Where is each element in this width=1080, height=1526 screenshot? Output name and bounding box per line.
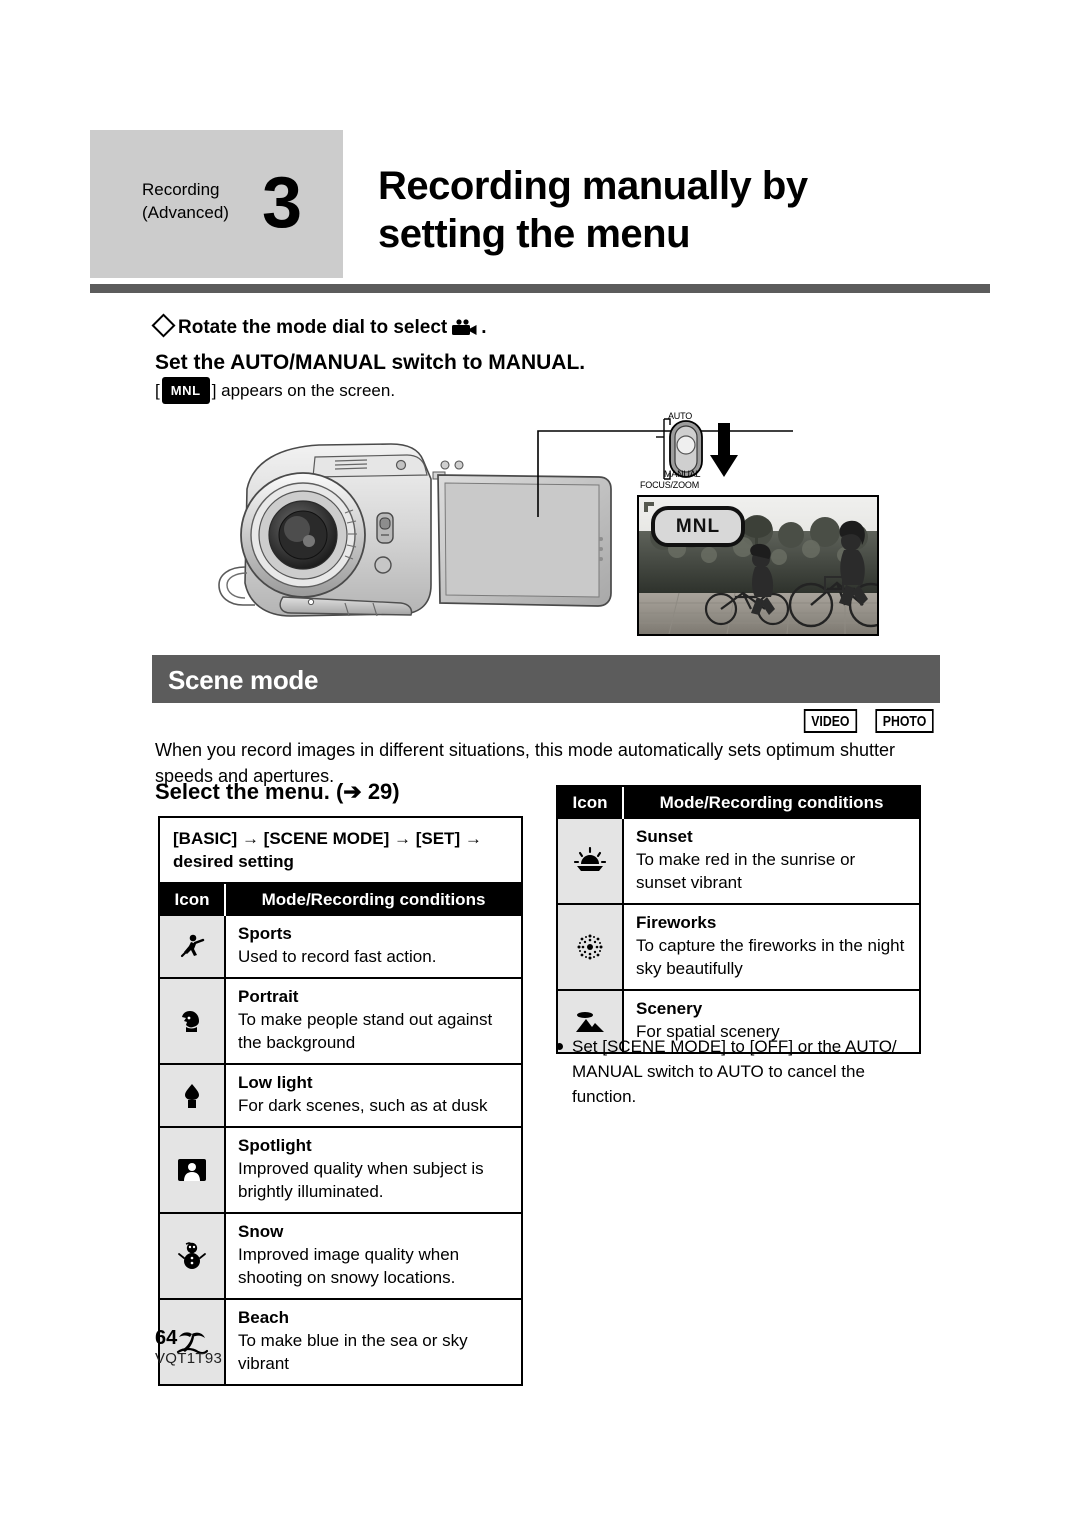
table-header-row: Icon Mode/Recording conditions <box>558 787 919 819</box>
table-row: Low light For dark scenes, such as at du… <box>160 1063 521 1127</box>
mode-cell: Fireworks To capture the fireworks in th… <box>623 903 919 990</box>
mode-description: Used to record fast action. <box>238 947 437 966</box>
mode-name: Spotlight <box>238 1136 312 1155</box>
table-row: Sports Used to record fast action. <box>160 916 521 978</box>
mode-description: To make people stand out against the bac… <box>238 1010 493 1052</box>
mode-description: To make red in the sunrise or sunset vib… <box>636 850 856 892</box>
mnl-chip-badge: MNL <box>161 377 210 404</box>
mode-name: Low light <box>238 1073 313 1092</box>
lcd-mnl-indicator: MNL <box>651 506 745 547</box>
note-text: Set [SCENE MODE] to [OFF] or the AUTO/ M… <box>572 1037 897 1106</box>
badge-video: VIDEO <box>803 709 857 733</box>
spotlight-icon <box>178 1159 206 1181</box>
table-header-icon: Icon <box>558 787 623 819</box>
icon-cell <box>160 916 226 978</box>
portrait-icon <box>182 1011 199 1032</box>
mnl-note-prefix: [ <box>155 381 160 400</box>
header-divider-rule <box>90 284 990 293</box>
chapter-kicker-line2: (Advanced) <box>142 203 229 222</box>
table-header-row: Icon Mode/Recording conditions <box>160 884 521 916</box>
table-header-icon: Icon <box>160 884 225 916</box>
page-title-line2: setting the menu <box>378 212 691 256</box>
mode-description: To make blue in the sea or sky vibrant <box>238 1331 468 1373</box>
mnl-note-suffix: ] appears on the screen. <box>211 381 396 400</box>
scene-mode-table-right: Icon Mode/Recording conditions Sunset To… <box>556 785 921 1054</box>
icon-cell <box>558 819 624 904</box>
badge-photo: PHOTO <box>875 709 934 733</box>
mode-name: Portrait <box>238 987 299 1006</box>
diamond-bullet-icon <box>151 313 176 338</box>
lowlight-icon <box>185 1083 199 1108</box>
table-row: Sunset To make red in the sunrise or sun… <box>558 819 919 904</box>
mode-name: Sunset <box>636 827 693 846</box>
document-code: VQT1T93 <box>155 1350 223 1367</box>
mode-name: Snow <box>238 1222 284 1241</box>
mode-cell: Snow Improved image quality when shootin… <box>225 1212 521 1299</box>
lcd-screen-sample: MNL <box>637 495 879 636</box>
page-header: Recording (Advanced) 3 Recording manuall… <box>90 130 990 280</box>
media-type-badges: VIDEO PHOTO <box>798 709 940 733</box>
icon-cell <box>160 1063 226 1127</box>
mode-description: For dark scenes, such as at dusk <box>238 1096 488 1115</box>
table-header-conditions: Mode/Recording conditions <box>224 884 521 916</box>
fireworks-icon <box>577 934 603 960</box>
mode-cell: Beach To make blue in the sea or sky vib… <box>225 1298 521 1384</box>
mode-cell: Spotlight Improved quality when subject … <box>225 1126 521 1213</box>
step-rotate-label: Rotate the mode dial to select <box>178 317 448 338</box>
sports-icon <box>180 934 205 957</box>
icon-cell <box>558 903 624 990</box>
mode-cell: Sunset To make red in the sunrise or sun… <box>623 819 919 904</box>
scene-mode-table-left: Icon Mode/Recording conditions Sports Us… <box>158 882 523 1386</box>
scene-mode-section-title: Scene mode <box>168 665 319 695</box>
step-set-auto-manual-switch: Set the AUTO/MANUAL switch to MANUAL. <box>155 351 586 374</box>
mode-name: Beach <box>238 1308 290 1327</box>
icon-cell <box>160 1212 226 1299</box>
table-row: Spotlight Improved quality when subject … <box>160 1126 521 1213</box>
auto-manual-switch-callout: AUTO MANUAL FOCUS/ZOOM <box>640 407 750 502</box>
menu-path-box: [BASIC] → [SCENE MODE] → [SET] → desired… <box>158 816 523 884</box>
mode-cell: Low light For dark scenes, such as at du… <box>225 1063 521 1127</box>
sunset-icon <box>574 847 606 871</box>
camcorder-illustration-block: AUTO MANUAL FOCUS/ZOOM MNL <box>150 405 940 645</box>
scene-mode-cancel-note: Set [SCENE MODE] to [OFF] or the AUTO/ M… <box>556 1034 926 1109</box>
mode-description: Improved image quality when shooting on … <box>238 1245 460 1287</box>
switch-label-auto: AUTO <box>668 411 693 421</box>
chapter-kicker: Recording (Advanced) <box>142 178 262 224</box>
step-rotate-suffix: . <box>481 317 487 338</box>
step-rotate-mode-dial: Rotate the mode dial to select . <box>151 313 487 340</box>
mode-name: Scenery <box>636 999 703 1018</box>
switch-label-focus-zoom: FOCUS/ZOOM <box>640 480 699 490</box>
mode-name: Sports <box>238 924 292 943</box>
mode-description: Improved quality when subject is brightl… <box>238 1159 484 1201</box>
page-title-line1: Recording manually by <box>378 164 808 208</box>
step-mnl-appears-note: [MNL] appears on the screen. <box>155 377 396 405</box>
scene-mode-section-bar: Scene mode <box>152 655 940 703</box>
scenery-icon <box>576 1011 604 1032</box>
table-row: Snow Improved image quality when shootin… <box>160 1212 521 1299</box>
icon-cell <box>160 1126 226 1213</box>
mode-cell: Sports Used to record fast action. <box>225 916 521 978</box>
table-row: Fireworks To capture the fireworks in th… <box>558 903 919 990</box>
movie-camera-icon <box>451 319 477 336</box>
mode-name: Fireworks <box>636 913 717 932</box>
note-bullet-icon <box>556 1043 563 1050</box>
chapter-kicker-line1: Recording <box>142 180 220 199</box>
switch-label-manual: MANUAL <box>664 469 701 479</box>
chapter-number: 3 <box>262 163 302 243</box>
table-row: Portrait To make people stand out agains… <box>160 977 521 1064</box>
select-menu-heading: Select the menu. (➔ 29) <box>155 779 400 804</box>
mode-cell: Portrait To make people stand out agains… <box>225 977 521 1064</box>
table-row: Beach To make blue in the sea or sky vib… <box>160 1298 521 1384</box>
icon-cell <box>160 977 226 1064</box>
table-header-conditions: Mode/Recording conditions <box>622 787 919 819</box>
mode-description: To capture the fireworks in the night sk… <box>636 936 905 978</box>
page-number: 64 <box>155 1327 178 1349</box>
snow-icon <box>178 1242 206 1269</box>
page-title: Recording manually by setting the menu <box>378 162 988 258</box>
